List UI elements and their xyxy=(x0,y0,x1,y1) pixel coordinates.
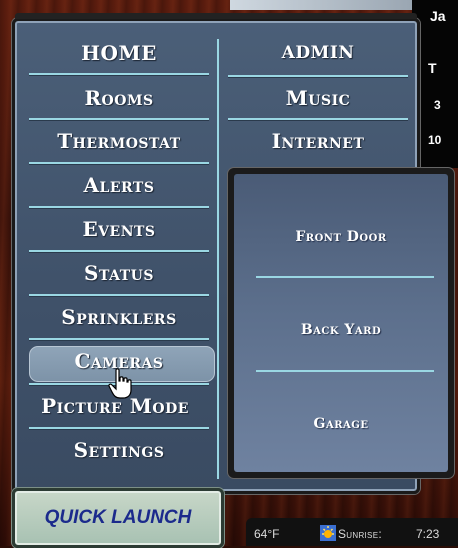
camera-submenu: Front Door Back Yard Garage xyxy=(228,168,454,478)
temperature-readout: 64°F xyxy=(254,527,280,541)
submenu-item-garage[interactable]: Garage xyxy=(234,416,448,432)
status-bar: 64°F Sunrise: 7:23 xyxy=(246,518,458,546)
submenu-divider xyxy=(256,276,434,278)
menu-item-sprinklers[interactable]: Sprinklers xyxy=(29,305,209,329)
menu-item-internet[interactable]: Internet xyxy=(228,129,408,153)
menu-divider xyxy=(228,118,408,120)
menu-divider xyxy=(29,294,209,296)
menu-item-home[interactable]: HOME xyxy=(29,41,209,65)
menu-divider xyxy=(29,162,209,164)
menu-item-music[interactable]: Music xyxy=(228,86,408,110)
menu-divider xyxy=(29,206,209,208)
sunrise-time: 7:23 xyxy=(416,527,440,541)
menu-item-settings[interactable]: Settings xyxy=(29,438,209,462)
quick-launch-button[interactable]: QUICK LAUNCH xyxy=(12,488,224,548)
top-edge-bar xyxy=(230,0,412,10)
submenu-item-front-door[interactable]: Front Door xyxy=(234,229,448,245)
calendar-day-initial: T xyxy=(428,60,437,76)
menu-divider xyxy=(29,73,209,75)
calendar-date: 10 xyxy=(428,133,442,147)
menu-item-events[interactable]: Events xyxy=(29,217,209,241)
submenu-item-back-yard[interactable]: Back Yard xyxy=(234,322,448,338)
menu-item-status[interactable]: Status xyxy=(29,261,209,285)
menu-item-rooms[interactable]: Rooms xyxy=(29,86,209,110)
calendar-month: Ja xyxy=(430,8,446,24)
menu-divider xyxy=(29,338,209,340)
menu-item-thermostat[interactable]: Thermostat xyxy=(29,129,209,153)
hand-cursor-icon xyxy=(108,368,132,399)
sunrise-icon xyxy=(320,525,336,541)
submenu-divider xyxy=(256,370,434,372)
column-divider xyxy=(217,39,219,479)
menu-divider xyxy=(29,250,209,252)
menu-divider xyxy=(29,427,209,429)
menu-item-admin[interactable]: ADMIN xyxy=(228,43,408,63)
menu-item-alerts[interactable]: Alerts xyxy=(29,173,209,197)
sunrise-label: Sunrise: xyxy=(338,527,382,541)
camera-submenu-inner: Front Door Back Yard Garage xyxy=(234,174,448,472)
menu-divider xyxy=(29,118,209,120)
calendar-date: 3 xyxy=(434,98,441,112)
menu-divider xyxy=(228,75,408,77)
